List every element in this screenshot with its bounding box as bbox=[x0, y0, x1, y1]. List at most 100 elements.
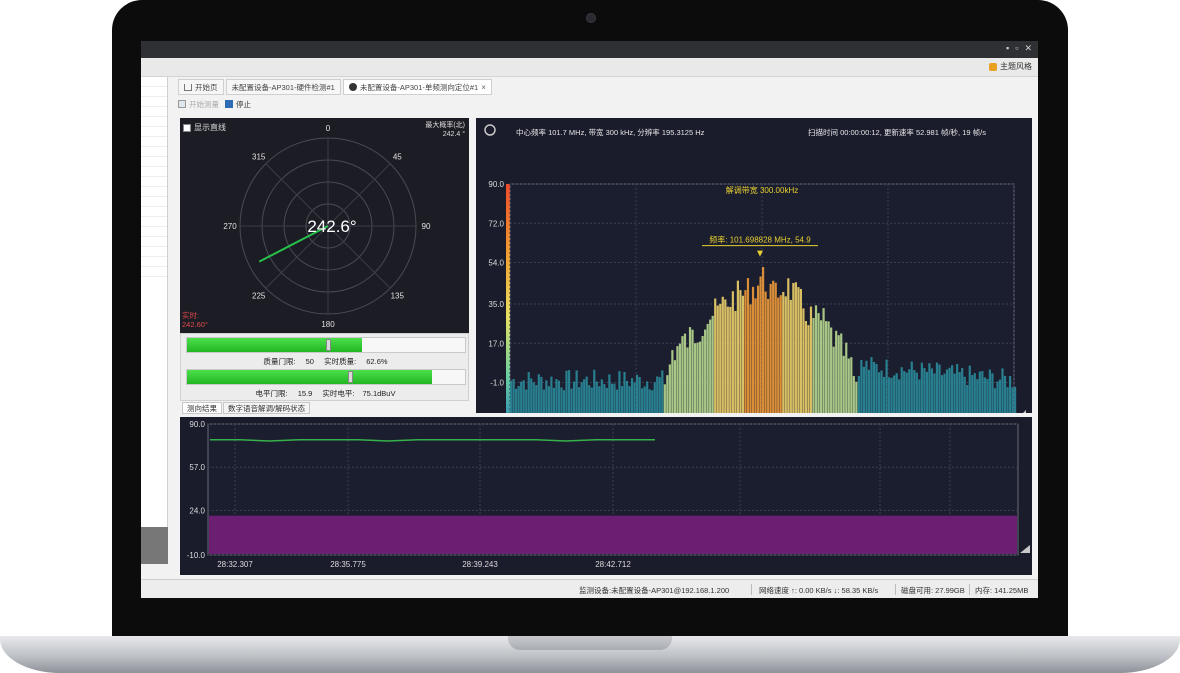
quality-readout: 质量门限: 50 实时质量: 62.6% bbox=[181, 356, 470, 367]
spectrum-scan-info: 扫描时间 00:00:00:12, 更新速率 52.981 帧/秒, 19 帧/… bbox=[808, 128, 986, 137]
quality-slider[interactable] bbox=[186, 337, 466, 353]
spectrum-bar bbox=[573, 381, 576, 413]
spectrum-bar bbox=[764, 291, 767, 413]
spectrum-bar bbox=[580, 382, 583, 413]
spectrum-bar bbox=[605, 387, 608, 413]
spectrum-bar bbox=[973, 373, 976, 413]
spectrum-bar bbox=[754, 298, 757, 413]
spectrum-bar bbox=[1003, 375, 1007, 413]
spectrum-bar bbox=[971, 375, 974, 413]
polar-angle-label: 45 bbox=[393, 153, 402, 162]
spectrum-bar bbox=[890, 377, 893, 413]
spectrum-bar bbox=[613, 383, 616, 413]
spectrum-bar bbox=[814, 305, 818, 413]
measure-toolbar: 开始测量 停止 bbox=[178, 97, 251, 111]
start-measure-button[interactable]: 开始测量 bbox=[178, 99, 219, 110]
spectrum-bar bbox=[1001, 368, 1004, 413]
spectrum-bar bbox=[588, 385, 591, 413]
spectrum-bar bbox=[701, 335, 704, 413]
device-tree-panel[interactable] bbox=[141, 77, 168, 527]
polar-angle-label: 90 bbox=[422, 222, 431, 231]
maximize-icon[interactable]: ▫ bbox=[1015, 43, 1018, 54]
checkbox-box[interactable] bbox=[183, 123, 191, 132]
spectrum-bar bbox=[683, 333, 687, 413]
close-tab-icon[interactable]: × bbox=[481, 83, 486, 92]
spectrum-bar bbox=[693, 343, 697, 413]
resize-grip-icon bbox=[1023, 410, 1026, 413]
tab-direction-results[interactable]: 测向结果 bbox=[182, 402, 222, 414]
level-threshold-handle[interactable] bbox=[348, 371, 354, 383]
tab-label: 未配置设备-AP301-单频测向定位#1 bbox=[359, 82, 479, 92]
theme-button[interactable]: 主题风格 bbox=[989, 61, 1032, 72]
status-bar: 监测设备:未配置设备-AP301@192.168.1.200 网络速度 ↑: 0… bbox=[141, 579, 1038, 598]
tab-voice-decoding[interactable]: 数字语音解调/解码状态 bbox=[223, 402, 311, 414]
spectrum-bar bbox=[825, 321, 828, 413]
spectrum-bar bbox=[608, 374, 611, 413]
spectrum-bar bbox=[898, 379, 901, 413]
quality-fill bbox=[187, 338, 363, 352]
max-prob-label: 最大概率(北) bbox=[425, 122, 465, 129]
spectrum-bar bbox=[545, 380, 548, 413]
spectrum-bar bbox=[704, 329, 707, 413]
spectrum-bar bbox=[714, 298, 717, 413]
spectrum-bar bbox=[885, 359, 888, 413]
tab-direction-finding[interactable]: 未配置设备-AP301-单频测向定位#1 × bbox=[342, 79, 492, 95]
network-status: 网络速度 ↑: 0.00 KB/s ↓: 58.35 KB/s bbox=[759, 586, 879, 595]
spectrum-bar bbox=[961, 368, 964, 413]
settings-icon bbox=[484, 124, 496, 136]
spectrum-bar bbox=[598, 386, 601, 413]
direction-icon bbox=[348, 83, 357, 91]
theme-label: 主题风格 bbox=[1000, 62, 1032, 71]
spectrum-bar bbox=[804, 321, 808, 413]
spectrum-bar bbox=[668, 364, 671, 413]
spectrum-bar bbox=[988, 369, 991, 413]
spectrum-bar bbox=[638, 377, 641, 413]
spectrum-bar bbox=[772, 280, 775, 413]
spectrum-bar bbox=[666, 375, 669, 413]
spectrum-bar bbox=[537, 374, 540, 413]
spectrum-bar bbox=[603, 384, 606, 413]
spectrum-bar bbox=[512, 379, 515, 413]
minimize-icon[interactable]: ▪ bbox=[1006, 43, 1009, 54]
spectrum-bar bbox=[756, 285, 760, 413]
spectrum-bar bbox=[633, 382, 636, 413]
spectrum-bar bbox=[699, 341, 702, 413]
spectrum-bar bbox=[830, 327, 833, 413]
memory-status: 内存: 141.25MB bbox=[975, 586, 1029, 595]
level-slider[interactable] bbox=[186, 369, 466, 385]
spectrum-bar bbox=[822, 308, 825, 413]
spectrum-bar bbox=[877, 372, 881, 413]
spectrum-bar bbox=[562, 390, 566, 413]
tab-hardware-check[interactable]: 未配置设备-AP301-硬件检测#1 bbox=[225, 79, 341, 95]
spectrum-bar bbox=[729, 306, 732, 413]
spectrum-bar bbox=[769, 283, 772, 413]
spectrum-bar bbox=[981, 371, 984, 413]
laptop-notch bbox=[508, 636, 672, 650]
spectrum-bar bbox=[986, 378, 989, 413]
stop-button[interactable]: 停止 bbox=[225, 99, 251, 110]
close-icon[interactable]: ✕ bbox=[1024, 43, 1032, 54]
quality-threshold-handle[interactable] bbox=[326, 339, 331, 351]
spectrum-bar bbox=[935, 362, 939, 413]
spectrum-bar bbox=[628, 386, 631, 413]
spectrum-bar bbox=[522, 380, 525, 413]
spectrum-bar bbox=[656, 376, 659, 413]
show-line-checkbox[interactable]: 显示直线 bbox=[183, 122, 226, 133]
spectrum-bar bbox=[767, 298, 770, 413]
threshold-panel: 质量门限: 50 实时质量: 62.6% 电平门限: 15.9 实时电平: 75.… bbox=[180, 333, 469, 401]
spectrum-bar bbox=[643, 386, 646, 413]
spectrum-bar bbox=[865, 360, 868, 413]
spectrum-bar bbox=[721, 296, 724, 413]
spectrum-bar bbox=[827, 321, 830, 413]
spectrum-bar bbox=[928, 363, 931, 413]
spectrum-bar bbox=[837, 335, 840, 413]
spectrum-bar bbox=[996, 381, 999, 413]
spectrum-bar bbox=[719, 303, 722, 413]
spectrum-bar bbox=[575, 370, 578, 413]
tab-start-page[interactable]: 开始页 bbox=[178, 79, 224, 95]
spectrum-bar bbox=[777, 297, 780, 413]
spectrum-bar bbox=[540, 376, 543, 413]
spectrum-bar bbox=[696, 342, 699, 413]
spectrum-bar bbox=[641, 388, 644, 413]
spectrum-bar bbox=[681, 336, 684, 413]
